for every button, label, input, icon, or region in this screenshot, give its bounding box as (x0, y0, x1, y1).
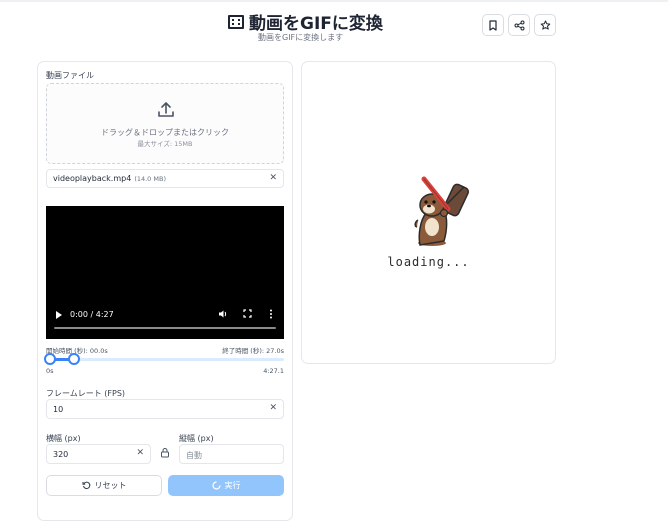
video-time: 0:00 / 4:27 (70, 310, 114, 319)
page-subtitle: 動画をGIFに変換します (258, 33, 344, 42)
bookmark-icon (489, 19, 497, 31)
spinner-icon (211, 481, 221, 490)
film-icon (228, 14, 244, 29)
dropzone-subtext: 最大サイズ: 15MB (137, 140, 193, 148)
reset-button[interactable]: リセット (46, 475, 162, 496)
video-file-label: 動画ファイル (46, 71, 94, 80)
fps-value: 10 (53, 405, 64, 414)
video-player[interactable]: 0:00 / 4:27 (46, 206, 284, 339)
range-min-label: 0s (46, 367, 54, 375)
file-dropzone[interactable]: ドラッグ＆ドロップまたはクリック 最大サイズ: 15MB (46, 83, 284, 164)
star-icon (540, 20, 550, 30)
bookmark-button[interactable] (482, 14, 504, 36)
beaver-mascot-icon (414, 176, 470, 246)
file-size: (14.0 MB) (134, 174, 166, 183)
run-label: 実行 (224, 481, 241, 490)
fps-input[interactable]: 10 ✕ (46, 399, 284, 419)
range-max-label: 4:27.1 (263, 367, 284, 375)
selected-file: videoplayback.mp4 (14.0 MB) ✕ (46, 169, 284, 188)
share-button[interactable] (508, 14, 530, 36)
header: 動画をGIFに変換 動画をGIFに変換します (0, 6, 668, 46)
width-value: 320 (53, 450, 69, 459)
fps-label: フレームレート (FPS) (46, 389, 126, 398)
run-button[interactable]: 実行 (168, 475, 284, 496)
width-label: 横幅 (px) (46, 434, 81, 443)
range-end-handle[interactable] (67, 353, 80, 365)
width-input[interactable]: 320 ✕ (46, 444, 151, 464)
loading-text: loading... (387, 255, 470, 269)
clear-fps-button[interactable]: ✕ (269, 403, 277, 413)
preview-panel: loading... (301, 61, 556, 364)
height-label: 縦幅 (px) (179, 434, 214, 443)
height-placeholder: 自動 (186, 451, 202, 460)
settings-panel: 動画ファイル ドラッグ＆ドロップまたはクリック 最大サイズ: 15MB vide… (37, 61, 293, 521)
height-input[interactable]: 自動 (179, 444, 284, 464)
dropzone-text: ドラッグ＆ドロップまたはクリック (101, 128, 229, 137)
reset-label: リセット (94, 481, 127, 490)
volume-icon[interactable] (218, 309, 228, 322)
upload-icon (158, 102, 174, 117)
remove-file-button[interactable]: ✕ (269, 173, 277, 183)
range-start-handle[interactable] (44, 353, 56, 365)
aspect-lock-button[interactable] (155, 442, 175, 462)
page-title-text: 動画をGIFに変換 (249, 14, 383, 34)
more-options-icon[interactable] (269, 309, 273, 322)
file-name: videoplayback.mp4 (53, 174, 132, 183)
star-button[interactable] (534, 14, 556, 36)
video-progress-bar[interactable] (54, 327, 276, 329)
share-icon (514, 20, 524, 30)
top-border (0, 0, 668, 2)
reset-icon (81, 481, 90, 490)
lock-icon (161, 447, 169, 457)
page-title: 動画をGIFに変換 (228, 9, 383, 34)
end-time-label: 終了時間 (秒): 27.0s (222, 347, 284, 355)
play-icon[interactable] (56, 311, 62, 319)
time-range-slider[interactable] (50, 358, 284, 361)
fullscreen-icon[interactable] (243, 309, 252, 321)
clear-width-button[interactable]: ✕ (136, 448, 144, 458)
